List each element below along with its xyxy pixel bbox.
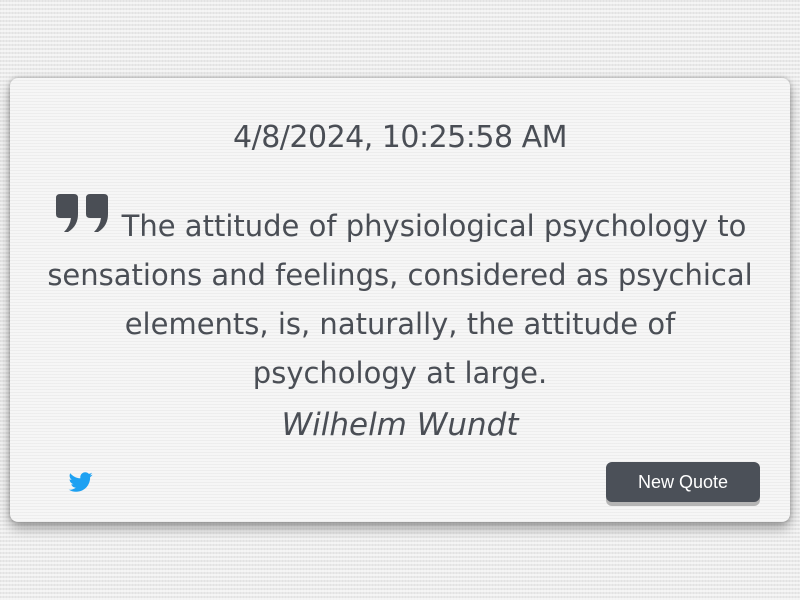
twitter-icon (68, 472, 93, 492)
quote-text: The attitude of physiological psychology… (47, 209, 753, 390)
tweet-quote-button[interactable] (68, 470, 94, 494)
quote-card: 4/8/2024, 10:25:58 AM The attitude of ph… (10, 78, 790, 522)
timestamp: 4/8/2024, 10:25:58 AM (233, 120, 568, 155)
quote-author: Wilhelm Wundt (281, 407, 519, 443)
new-quote-button[interactable]: New Quote (606, 462, 760, 502)
quote-block: The attitude of physiological psychology… (40, 194, 760, 398)
quote-mark-icon (54, 192, 112, 249)
